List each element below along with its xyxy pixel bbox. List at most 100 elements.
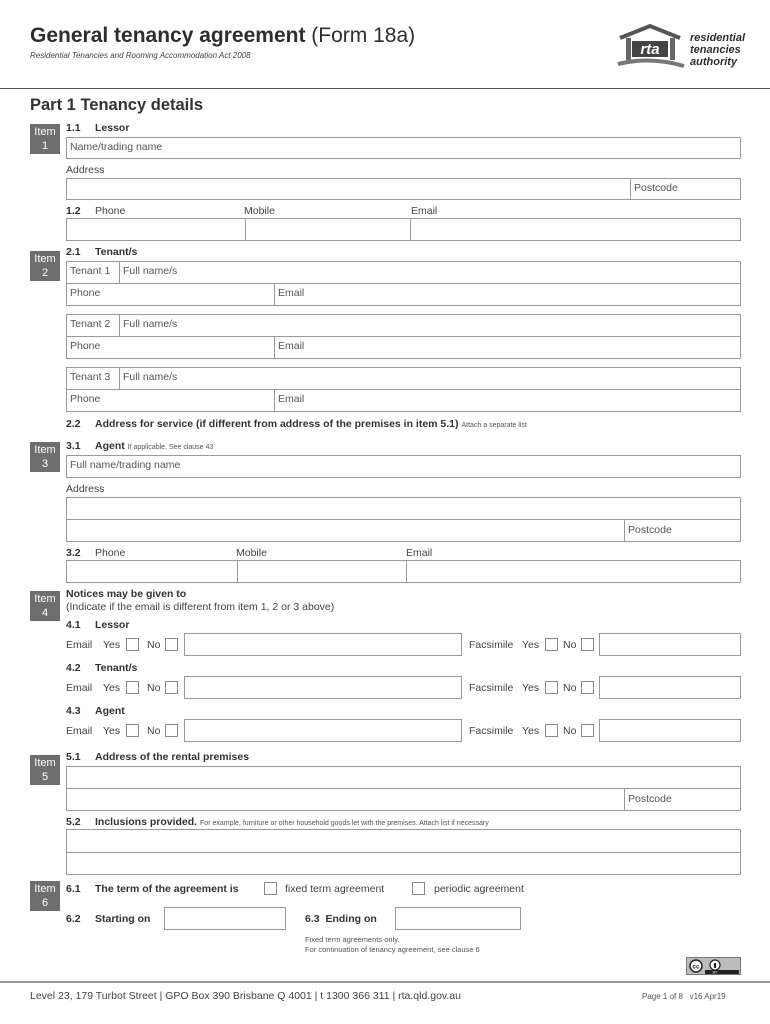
section-3-2-heading: 3.2 bbox=[66, 547, 81, 559]
tenant-2-block: Tenant 2 Full name/s Phone Email bbox=[66, 314, 741, 359]
continuation-note: For continuation of tenancy agreement, s… bbox=[305, 945, 480, 954]
lessor-email-no-checkbox[interactable] bbox=[165, 638, 178, 651]
section-3-1-heading: 3.1 Agent If applicable. See clause 43 bbox=[66, 440, 214, 452]
lessor-address-field[interactable]: Postcode bbox=[66, 178, 741, 200]
tenant-2-phone-field[interactable]: Phone bbox=[67, 337, 274, 358]
tenant-3-phone-field[interactable]: Phone bbox=[67, 390, 274, 411]
tenant-3-email-field[interactable]: Email bbox=[275, 390, 740, 411]
fixed-term-label: fixed term agreement bbox=[285, 883, 385, 895]
lessor-email-yes-label: Yes bbox=[103, 639, 121, 651]
tenant-1-phone-field[interactable]: Phone bbox=[67, 284, 274, 305]
tenant-3-name-field[interactable]: Full name/s bbox=[120, 368, 740, 389]
section-2-1-heading: 2.1 Tenant/s bbox=[66, 246, 138, 258]
cc-by-icon: cc BY bbox=[686, 957, 741, 975]
agent-address-field[interactable]: Postcode bbox=[66, 497, 741, 542]
rta-logo-text: residential tenancies authority bbox=[690, 32, 746, 68]
section-4-3-heading: 4.3 Agent bbox=[66, 705, 125, 717]
agent-fax-label: Facsimile bbox=[469, 725, 514, 737]
header-divider bbox=[0, 88, 770, 89]
tenant-3-label: Tenant 3 bbox=[70, 371, 111, 383]
form-title: General tenancy agreement (Form 18a) bbox=[30, 24, 416, 47]
ending-on-field[interactable] bbox=[395, 907, 521, 930]
footer-contact: Level 23, 179 Turbot Street | GPO Box 39… bbox=[30, 990, 461, 1002]
lessor-email-no-label: No bbox=[147, 639, 161, 651]
agent-fax-no-label: No bbox=[563, 725, 577, 737]
section-1-2-heading: 1.2 bbox=[66, 205, 81, 217]
section-6-2-heading: 6.2 Starting on bbox=[66, 913, 151, 925]
notices-heading: Notices may be given to bbox=[66, 588, 187, 600]
footer-page-info: Page 1 of 8 v16 Apr19 bbox=[642, 992, 726, 1001]
item-3-badge: Item 3 bbox=[30, 442, 60, 472]
page-number: Page 1 of 8 bbox=[642, 992, 683, 1001]
agent-email-field[interactable] bbox=[184, 719, 462, 742]
lessor-fax-yes-label: Yes bbox=[522, 639, 540, 651]
svg-text:BY: BY bbox=[713, 971, 718, 975]
section-4-1-heading: 4.1 Lessor bbox=[66, 619, 130, 631]
agent-email-no-label: No bbox=[147, 725, 161, 737]
tenant-email-field[interactable] bbox=[184, 676, 462, 699]
tenant-2-name-field[interactable]: Full name/s bbox=[120, 315, 740, 336]
agent-fax-no-checkbox[interactable] bbox=[581, 724, 594, 737]
fixed-term-checkbox[interactable] bbox=[264, 882, 277, 895]
agent-email-field[interactable] bbox=[407, 561, 740, 582]
premises-address-field[interactable]: Postcode bbox=[66, 766, 741, 811]
agent-mobile-label: Mobile bbox=[236, 547, 267, 559]
lessor-email-field[interactable] bbox=[411, 219, 740, 240]
lessor-email-yes-checkbox[interactable] bbox=[126, 638, 139, 651]
part-title: Part 1 Tenancy details bbox=[30, 96, 204, 114]
agent-email-yes-checkbox[interactable] bbox=[126, 724, 139, 737]
tenant-fax-yes-checkbox[interactable] bbox=[545, 681, 558, 694]
tenant-fax-field[interactable] bbox=[599, 676, 741, 699]
starting-on-field[interactable] bbox=[164, 907, 286, 930]
version: v16 Apr19 bbox=[689, 992, 726, 1001]
lessor-name-field[interactable]: Name/trading name bbox=[66, 137, 741, 159]
lessor-phone-field[interactable] bbox=[67, 219, 245, 240]
lessor-email-label: Email bbox=[411, 205, 438, 217]
agent-phone-field[interactable] bbox=[67, 561, 237, 582]
tenant-2-email-field[interactable]: Email bbox=[275, 337, 740, 358]
periodic-label: periodic agreement bbox=[434, 883, 524, 895]
section-5-1-heading: 5.1 Address of the rental premises bbox=[66, 751, 250, 763]
item-5-badge: Item 5 bbox=[30, 755, 60, 785]
agent-email-label: Email bbox=[406, 547, 433, 559]
premises-postcode-label: Postcode bbox=[628, 793, 672, 805]
inclusions-field[interactable] bbox=[66, 829, 741, 875]
lessor-contact-row bbox=[66, 218, 741, 241]
agent-name-field[interactable]: Full name/trading name bbox=[66, 455, 741, 478]
tenant-email-yes-label: Yes bbox=[103, 682, 121, 694]
agent-mobile-field[interactable] bbox=[238, 561, 406, 582]
footer-divider bbox=[0, 981, 770, 983]
lessor-fax-field[interactable] bbox=[599, 633, 741, 656]
lessor-fax-label: Facsimile bbox=[469, 639, 514, 651]
tenant-1-block: Tenant 1 Full name/s Phone Email bbox=[66, 261, 741, 306]
item-6-badge: Item 6 bbox=[30, 881, 60, 911]
lessor-email-field[interactable] bbox=[184, 633, 462, 656]
agent-phone-label: Phone bbox=[95, 547, 126, 559]
tenant-email-no-checkbox[interactable] bbox=[165, 681, 178, 694]
rta-house-icon: rta bbox=[617, 23, 685, 68]
notices-subheading: (Indicate if the email is different from… bbox=[66, 601, 335, 613]
periodic-checkbox[interactable] bbox=[412, 882, 425, 895]
tenant-fax-no-checkbox[interactable] bbox=[581, 681, 594, 694]
svg-text:cc: cc bbox=[692, 964, 700, 971]
lessor-fax-yes-checkbox[interactable] bbox=[545, 638, 558, 651]
item-1-badge: Item 1 bbox=[30, 124, 60, 154]
agent-fax-yes-checkbox[interactable] bbox=[545, 724, 558, 737]
section-6-1-heading: 6.1 The term of the agreement is bbox=[66, 883, 239, 895]
lessor-mobile-field[interactable] bbox=[246, 219, 410, 240]
lessor-mobile-label: Mobile bbox=[244, 205, 275, 217]
tenant-fax-label: Facsimile bbox=[469, 682, 514, 694]
section-6-3-heading: 6.3 Ending on bbox=[305, 913, 377, 925]
lessor-fax-no-checkbox[interactable] bbox=[581, 638, 594, 651]
tenant-1-name-field[interactable]: Full name/s bbox=[120, 262, 740, 283]
agent-fax-field[interactable] bbox=[599, 719, 741, 742]
section-5-2-heading: 5.2 Inclusions provided. For example, fur… bbox=[66, 816, 489, 828]
agent-email-no-checkbox[interactable] bbox=[165, 724, 178, 737]
section-2-2-heading: 2.2 Address for service (if different fro… bbox=[66, 418, 527, 430]
agent-email-label: Email bbox=[66, 725, 93, 737]
tenant-1-email-field[interactable]: Email bbox=[275, 284, 740, 305]
lessor-address-label: Address bbox=[66, 164, 105, 176]
tenant-email-yes-checkbox[interactable] bbox=[126, 681, 139, 694]
fixed-term-note: Fixed term agreements only. bbox=[305, 935, 400, 944]
tenant-email-no-label: No bbox=[147, 682, 161, 694]
